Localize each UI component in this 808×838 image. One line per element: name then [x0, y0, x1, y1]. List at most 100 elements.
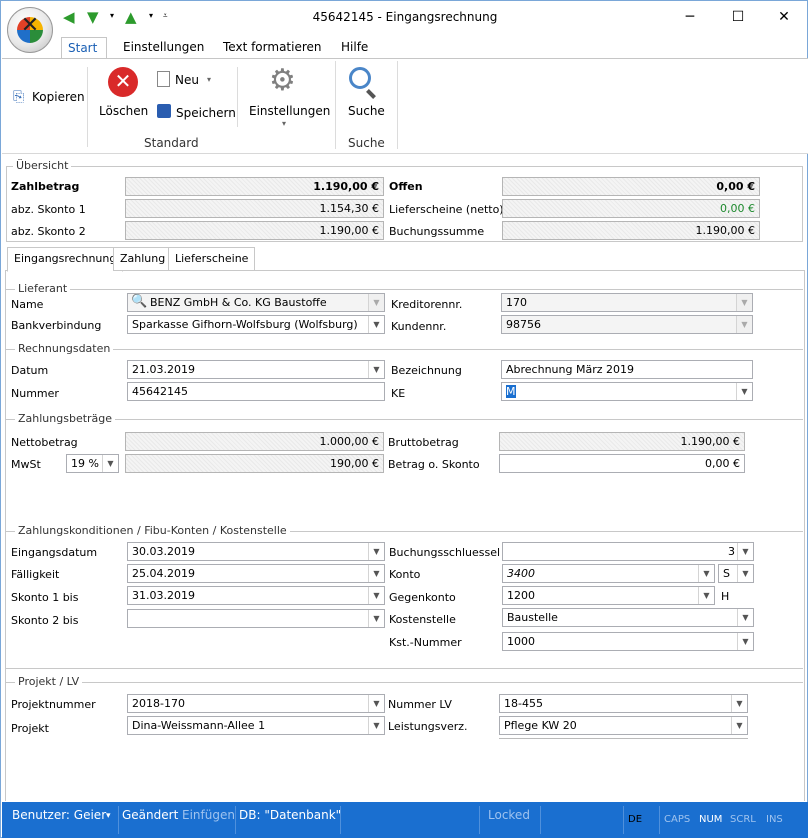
nummer-field[interactable]: 45642145	[127, 382, 385, 401]
chevron-down-icon[interactable]: ▼	[368, 565, 384, 582]
suche-button[interactable]: Suche	[348, 104, 385, 118]
ke-field[interactable]: M ▼	[501, 382, 753, 401]
copy-icon[interactable]: ⎘	[13, 89, 24, 105]
chevron-down-icon[interactable]: ▼	[731, 695, 747, 712]
maximize-icon[interactable]: ☐	[728, 7, 748, 27]
mwst-pct-field[interactable]: 19 % ▼	[66, 454, 119, 473]
kstnr-field[interactable]: 1000 ▼	[502, 632, 754, 651]
mwst-label: MwSt	[11, 458, 41, 471]
chevron-down-icon[interactable]: ▼	[736, 316, 752, 333]
chevron-down-icon[interactable]: ▼	[737, 565, 753, 582]
ribbon-separator	[237, 67, 238, 127]
chevron-down-icon[interactable]: ▼	[737, 609, 753, 626]
tab-hilfe[interactable]: Hilfe	[335, 37, 374, 59]
zahlbetrag-field: 1.190,00 €	[125, 177, 384, 196]
tab-lieferscheine[interactable]: Lieferscheine	[168, 247, 256, 271]
verz-value: Pflege KW 20	[504, 719, 577, 732]
gear-icon[interactable]: ⚙	[269, 63, 296, 98]
tab-eingangsrechnung[interactable]: Eingangsrechnung	[7, 247, 124, 272]
chevron-down-icon[interactable]: ▼	[368, 543, 384, 560]
minimize-icon[interactable]: ─	[680, 7, 700, 27]
nummer-label: Nummer	[11, 387, 59, 400]
eingang-field[interactable]: 30.03.2019 ▼	[127, 542, 385, 561]
chevron-down-icon[interactable]: ▾	[282, 119, 286, 128]
bank-label: Bankverbindung	[11, 319, 102, 332]
chevron-down-icon[interactable]: ▼	[368, 361, 384, 378]
speichern-button[interactable]: Speichern	[176, 106, 236, 120]
chevron-down-icon[interactable]: ▼	[368, 294, 384, 311]
buchung-label: Buchungsschluessel	[389, 546, 501, 559]
ribbon-separator	[397, 61, 398, 149]
chevron-down-icon[interactable]: ▼	[737, 543, 753, 560]
chevron-down-icon[interactable]: ▾	[106, 811, 111, 821]
skonto2bis-field[interactable]: ▼	[127, 609, 385, 628]
ribbon-separator	[335, 61, 336, 149]
konto-field[interactable]: 3400 ▼	[502, 564, 715, 583]
status-locked: Locked	[488, 808, 530, 822]
skonto1bis-field[interactable]: 31.03.2019 ▼	[127, 586, 385, 605]
kst-field[interactable]: Baustelle ▼	[502, 608, 754, 627]
skonto1-label: abz. Skonto 1	[11, 203, 86, 216]
chevron-down-icon[interactable]: ▼	[102, 455, 118, 472]
konditionen-title: Zahlungskonditionen / Fibu-Konten / Kost…	[15, 524, 290, 537]
einstellungen-button[interactable]: Einstellungen	[249, 104, 330, 118]
chevron-down-icon[interactable]: ▼	[368, 610, 384, 627]
tab-zahlung[interactable]: Zahlung	[113, 247, 173, 271]
chevron-down-icon[interactable]: ▼	[736, 383, 752, 400]
close-icon[interactable]: ✕	[774, 7, 794, 27]
bank-field[interactable]: Sparkasse Gifhorn-Wolfsburg (Wolfsburg) ▼	[127, 315, 385, 334]
projektnummer-field[interactable]: 2018-170 ▼	[127, 694, 385, 713]
new-document-icon[interactable]	[157, 71, 170, 87]
verz-field[interactable]: Pflege KW 20 ▼	[499, 716, 748, 735]
buchung-field[interactable]: 3 ▼	[502, 542, 754, 561]
status-geaendert: Geändert	[122, 808, 179, 822]
tab-einstellungen[interactable]: Einstellungen	[117, 37, 210, 59]
bezeichnung-field[interactable]: Abrechnung März 2019	[501, 360, 753, 379]
lv-field[interactable]: 18-455 ▼	[499, 694, 748, 713]
tab-text-formatieren[interactable]: Text formatieren	[217, 37, 328, 59]
lv-label: Nummer LV	[388, 698, 452, 711]
chevron-down-icon[interactable]: ▼	[731, 717, 747, 734]
chevron-down-icon[interactable]: ▼	[368, 316, 384, 333]
neu-button[interactable]: Neu	[175, 73, 199, 87]
chevron-down-icon[interactable]: ▼	[368, 695, 384, 712]
faellig-field[interactable]: 25.04.2019 ▼	[127, 564, 385, 583]
ribbon-separator	[87, 67, 88, 147]
projekt-field[interactable]: Dina-Weissmann-Allee 1 ▼	[127, 716, 385, 735]
chevron-down-icon[interactable]: ▼	[698, 587, 714, 604]
status-benutzer[interactable]: Benutzer: Geier	[12, 808, 106, 822]
chevron-down-icon[interactable]: ▼	[736, 294, 752, 311]
konto-label: Konto	[389, 568, 421, 581]
group-label-suche: Suche	[348, 136, 385, 150]
tab-start[interactable]: Start	[61, 37, 107, 59]
chevron-down-icon[interactable]: ▼	[368, 717, 384, 734]
save-icon[interactable]	[157, 104, 171, 118]
status-db: DB: "Datenbank"	[239, 808, 342, 822]
datum-field[interactable]: 21.03.2019 ▼	[127, 360, 385, 379]
skonto2bis-label: Skonto 2 bis	[11, 614, 79, 627]
chevron-down-icon[interactable]: ▼	[698, 565, 714, 582]
lieferscheine-field: 0,00 €	[502, 199, 760, 218]
kreditor-value: 170	[506, 296, 527, 309]
chevron-down-icon[interactable]: ▼	[368, 587, 384, 604]
ke-label: KE	[391, 387, 406, 400]
delete-icon[interactable]: ✕	[108, 67, 138, 97]
chevron-down-icon[interactable]: ▾	[207, 75, 211, 84]
konto-side-field[interactable]: S ▼	[718, 564, 754, 583]
status-lang[interactable]: DE	[628, 814, 642, 825]
loeschen-button[interactable]: Löschen	[99, 104, 148, 118]
search-icon[interactable]	[349, 67, 371, 89]
search-icon[interactable]: 🔍	[131, 294, 147, 309]
projekt-label: Projekt	[11, 722, 49, 735]
skonto1bis-label: Skonto 1 bis	[11, 591, 79, 604]
gegen-field[interactable]: 1200 ▼	[502, 586, 715, 605]
kreditor-label: Kreditorennr.	[391, 298, 463, 311]
status-separator	[540, 806, 541, 834]
chevron-down-icon[interactable]: ▼	[737, 633, 753, 650]
kreditor-field[interactable]: 170 ▼	[501, 293, 753, 312]
kopieren-button[interactable]: Kopieren	[32, 90, 85, 104]
kunden-field[interactable]: 98756 ▼	[501, 315, 753, 334]
group-label-standard: Standard	[144, 136, 199, 150]
name-field[interactable]: BENZ GmbH & Co. KG Baustoffe ▼	[127, 293, 385, 312]
ohne-skonto-field[interactable]: 0,00 €	[499, 454, 745, 473]
